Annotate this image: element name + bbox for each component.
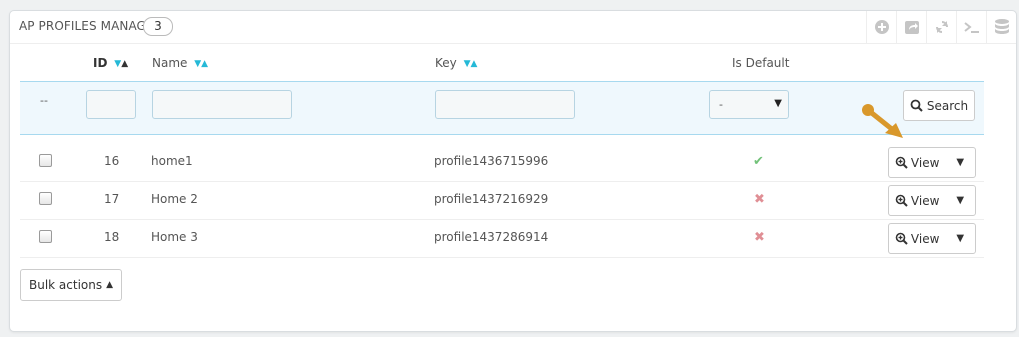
row-actions-dropdown[interactable]: ▼: [945, 186, 975, 215]
filter-placeholder-dash: --: [40, 94, 48, 107]
check-icon: ✔: [753, 154, 764, 169]
sort-asc-icon[interactable]: ▲: [121, 59, 128, 69]
sql-query-button[interactable]: [956, 11, 986, 43]
row-key: profile1437216929: [434, 192, 549, 206]
row-checkbox[interactable]: [39, 154, 52, 167]
row-action-group: View ▼: [888, 223, 976, 254]
profile-count-badge: 3: [143, 17, 173, 36]
header-name-label: Name: [152, 56, 188, 70]
row-actions-dropdown[interactable]: ▼: [945, 148, 975, 177]
search-button[interactable]: Search: [903, 90, 975, 121]
export-icon: [904, 21, 919, 34]
cross-icon: ✖: [754, 192, 765, 207]
export-button[interactable]: [896, 11, 926, 43]
row-action-group: View ▼: [888, 147, 976, 178]
filter-name-input[interactable]: [152, 90, 292, 119]
row-id: 17: [104, 192, 120, 206]
row-checkbox[interactable]: [39, 230, 52, 243]
filter-is-default-select[interactable]: - ▼: [709, 90, 789, 119]
header-name: Name ▼▲: [152, 56, 208, 70]
row-id: 18: [104, 230, 120, 244]
table-row: 16 home1 profile1436715996 ✔ View ▼: [20, 143, 984, 182]
bulk-actions-button[interactable]: Bulk actions ▲: [20, 269, 123, 301]
header-id-label: ID: [93, 56, 108, 70]
row-key: profile1437286914: [434, 230, 549, 244]
bulk-actions-label: Bulk actions: [29, 278, 103, 292]
row-name: Home 2: [151, 192, 198, 206]
header-id: ID ▼▲: [93, 56, 128, 70]
refresh-icon: [935, 21, 948, 33]
sort-asc-icon[interactable]: ▲: [471, 59, 478, 69]
caret-down-icon: ▼: [956, 157, 965, 168]
view-button[interactable]: View: [889, 224, 945, 253]
header-key: Key ▼▲: [435, 56, 477, 70]
row-actions-dropdown[interactable]: ▼: [945, 224, 975, 253]
caret-down-icon: ▼: [956, 233, 965, 244]
table-header-row: ID ▼▲ Name ▼▲ Key ▼▲ Is Default: [20, 50, 984, 80]
view-button[interactable]: View: [889, 148, 945, 177]
header-is-default: Is Default: [732, 56, 790, 70]
search-icon: [910, 99, 923, 112]
cross-icon: ✖: [754, 230, 765, 245]
panel-toolbar: [866, 11, 1016, 43]
filter-id-input[interactable]: [86, 90, 136, 119]
zoom-in-icon: [895, 156, 908, 169]
table-row: 17 Home 2 profile1437216929 ✖ View ▼: [20, 181, 984, 220]
view-button-label: View: [910, 193, 940, 208]
row-name: Home 3: [151, 230, 198, 244]
caret-up-icon: ▲: [106, 280, 114, 290]
panel-title: AP PROFILES MANAGE: [19, 19, 154, 33]
row-id: 16: [104, 154, 120, 168]
table-row: 18 Home 3 profile1437286914 ✖ View ▼: [20, 219, 984, 258]
search-button-label: Search: [926, 98, 969, 113]
database-button[interactable]: [986, 11, 1016, 43]
row-checkbox[interactable]: [39, 192, 52, 205]
filter-row: -- - ▼ Search: [20, 81, 984, 135]
filter-is-default-value: -: [719, 98, 723, 111]
zoom-in-icon: [895, 232, 908, 245]
select-caret-icon: ▼: [774, 98, 782, 109]
sort-asc-icon[interactable]: ▲: [201, 59, 208, 69]
pointer-arrow-icon: [862, 104, 903, 138]
database-icon: [994, 19, 1009, 34]
add-new-icon: [874, 20, 889, 34]
row-name: home1: [151, 154, 193, 168]
caret-down-icon: ▼: [956, 195, 965, 206]
sql-query-icon: [963, 22, 979, 33]
row-action-group: View ▼: [888, 185, 976, 216]
view-button-label: View: [910, 231, 940, 246]
refresh-button[interactable]: [926, 11, 956, 43]
filter-key-input[interactable]: [435, 90, 575, 119]
zoom-in-icon: [895, 194, 908, 207]
add-new-button[interactable]: [866, 11, 896, 43]
panel-header: AP PROFILES MANAGE 3: [10, 11, 1016, 44]
sort-desc-icon[interactable]: ▼: [464, 59, 471, 69]
row-key: profile1436715996: [434, 154, 549, 168]
view-button[interactable]: View: [889, 186, 945, 215]
header-key-label: Key: [435, 56, 457, 70]
view-button-label: View: [910, 155, 940, 170]
